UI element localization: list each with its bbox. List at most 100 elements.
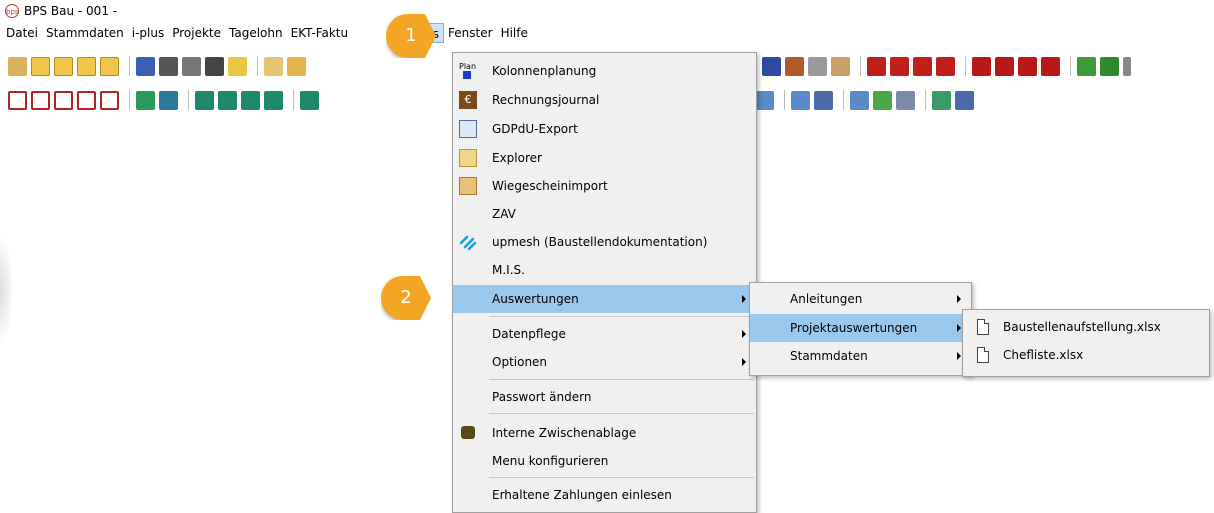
menu-item-auswertungen[interactable]: Auswertungen — [453, 285, 756, 313]
menu-separator — [489, 477, 754, 478]
person-icon[interactable] — [785, 56, 804, 76]
site-down-icon[interactable] — [300, 90, 319, 110]
explorer-icon[interactable] — [264, 56, 283, 76]
toolbar-separator — [965, 56, 966, 76]
menu-item-baustellenaufstellung[interactable]: Baustellenaufstellung.xlsx — [963, 313, 1209, 341]
chart-search-icon[interactable] — [136, 90, 155, 110]
menu-item-menu-konfigurieren[interactable]: Menu konfigurieren — [453, 447, 756, 475]
export-card-icon — [459, 120, 477, 138]
calendar-edit-icon[interactable] — [814, 90, 833, 110]
site-edit-icon[interactable] — [241, 90, 260, 110]
calendar-gear-icon[interactable] — [896, 90, 915, 110]
menu-item-label: Erhaltene Zahlungen einlesen — [492, 488, 672, 502]
submenu-arrow-icon — [742, 358, 746, 366]
menu-item-rechnungsjournal[interactable]: € Rechnungsjournal — [453, 86, 756, 114]
menu-item-label: Kolonnenplanung — [492, 64, 597, 78]
menu-item-projektauswertungen[interactable]: Projektauswertungen — [750, 314, 971, 342]
calendar-search-icon[interactable] — [850, 90, 869, 110]
lief-new-icon[interactable] — [972, 56, 991, 76]
lief-open-icon[interactable] — [1018, 56, 1037, 76]
key-search-icon[interactable] — [159, 90, 178, 110]
envelope-k-icon[interactable] — [31, 56, 50, 76]
doc-r-icon[interactable] — [100, 90, 119, 110]
site-new-icon[interactable] — [195, 90, 214, 110]
menu-item-kolonnenplanung[interactable]: Plan Kolonnenplanung — [453, 57, 756, 85]
calendar-people-icon[interactable] — [955, 90, 974, 110]
doc-w-icon[interactable] — [77, 90, 96, 110]
clipboard-icon — [461, 426, 475, 439]
menu-separator — [489, 316, 754, 317]
window-title: BPS Bau - 001 - — [24, 4, 118, 18]
menu-tagelohn[interactable]: Tagelohn — [225, 23, 287, 43]
menu-item-anleitungen[interactable]: Anleitungen — [750, 285, 971, 313]
menu-item-datenpflege[interactable]: Datenpflege — [453, 320, 756, 348]
menu-item-optionen[interactable]: Optionen — [453, 348, 756, 376]
more-icon[interactable] — [1123, 56, 1131, 76]
handshake-icon[interactable] — [8, 56, 27, 76]
hand-icon[interactable] — [831, 56, 850, 76]
import-icon[interactable] — [287, 56, 306, 76]
menu-fenster[interactable]: Fenster — [444, 23, 497, 43]
menu-stammdaten[interactable]: Stammdaten — [42, 23, 128, 43]
menu-item-zav[interactable]: ZAV — [453, 200, 756, 228]
toolbar-separator — [1070, 56, 1071, 76]
menu-item-mis[interactable]: M.I.S. — [453, 256, 756, 284]
envelope-m-icon[interactable] — [100, 56, 119, 76]
menu-item-upmesh[interactable]: upmesh (Baustellendokumentation) — [453, 228, 756, 256]
calendar-icon[interactable] — [755, 90, 774, 110]
calendar-green-icon[interactable] — [932, 90, 951, 110]
export-icon[interactable] — [1100, 56, 1119, 76]
menu-ekt-faktura[interactable]: EKT-Faktu — [287, 23, 353, 43]
calendar-check-icon[interactable] — [873, 90, 892, 110]
menu-item-wiegescheinimport[interactable]: Wiegescheinimport — [453, 172, 756, 200]
rech-new-icon[interactable] — [867, 56, 886, 76]
menu-item-label: Rechnungsjournal — [492, 93, 600, 107]
plan-icon-text: Plan — [459, 62, 477, 71]
calendar-grid-icon[interactable] — [791, 90, 810, 110]
folder-open-icon[interactable] — [1077, 56, 1096, 76]
doc-s-icon[interactable] — [31, 90, 50, 110]
rech-star-icon[interactable] — [890, 56, 909, 76]
toolbar-separator — [293, 90, 294, 110]
menu-item-interne-zwischenablage[interactable]: Interne Zwischenablage — [453, 419, 756, 447]
upmesh-icon — [459, 233, 477, 251]
toolbar-separator — [129, 90, 130, 110]
menu-item-gdpdu-export[interactable]: GDPdU-Export — [453, 115, 756, 143]
menu-item-label: Anleitungen — [790, 292, 863, 306]
toolbar-row-1 — [8, 52, 310, 80]
tools-icon[interactable] — [159, 56, 178, 76]
menu-item-explorer[interactable]: Explorer — [453, 144, 756, 172]
rech-delete-icon[interactable] — [936, 56, 955, 76]
menu-item-zahlungen-einlesen[interactable]: Erhaltene Zahlungen einlesen — [453, 481, 756, 509]
menu-item-label: Auswertungen — [492, 292, 579, 306]
doc-b-icon[interactable] — [54, 90, 73, 110]
list-icon[interactable] — [136, 56, 155, 76]
rech-open-icon[interactable] — [913, 56, 932, 76]
lief-delete-icon[interactable] — [1041, 56, 1060, 76]
menu-projekte[interactable]: Projekte — [168, 23, 225, 43]
envelope-su-icon[interactable] — [77, 56, 96, 76]
star-icon[interactable] — [228, 56, 247, 76]
toolbar-separator — [860, 56, 861, 76]
tool-icon[interactable] — [808, 56, 827, 76]
submenu-arrow-icon — [742, 330, 746, 338]
menu-item-label: Optionen — [492, 355, 548, 369]
doc-d-icon[interactable] — [8, 90, 27, 110]
menu-hilfe[interactable]: Hilfe — [497, 23, 532, 43]
menu-item-chefliste[interactable]: Chefliste.xlsx — [963, 341, 1209, 369]
menu-item-label: Chefliste.xlsx — [1003, 348, 1084, 362]
menu-item-label: ZAV — [492, 207, 516, 221]
site-search-icon[interactable] — [218, 90, 237, 110]
site-delete-icon[interactable] — [264, 90, 283, 110]
envelope-l-icon[interactable] — [54, 56, 73, 76]
menu-datei[interactable]: Datei — [2, 23, 42, 43]
grid-icon[interactable] — [205, 56, 224, 76]
form-icon[interactable] — [182, 56, 201, 76]
menu-item-label: Projektauswertungen — [790, 321, 918, 335]
toolbar-separator — [925, 90, 926, 110]
people-icon[interactable] — [762, 56, 781, 76]
menu-item-passwort-aendern[interactable]: Passwort ändern — [453, 383, 756, 411]
menu-i-plus[interactable]: i-plus — [128, 23, 168, 43]
lief-star-icon[interactable] — [995, 56, 1014, 76]
menu-item-stammdaten[interactable]: Stammdaten — [750, 342, 971, 370]
